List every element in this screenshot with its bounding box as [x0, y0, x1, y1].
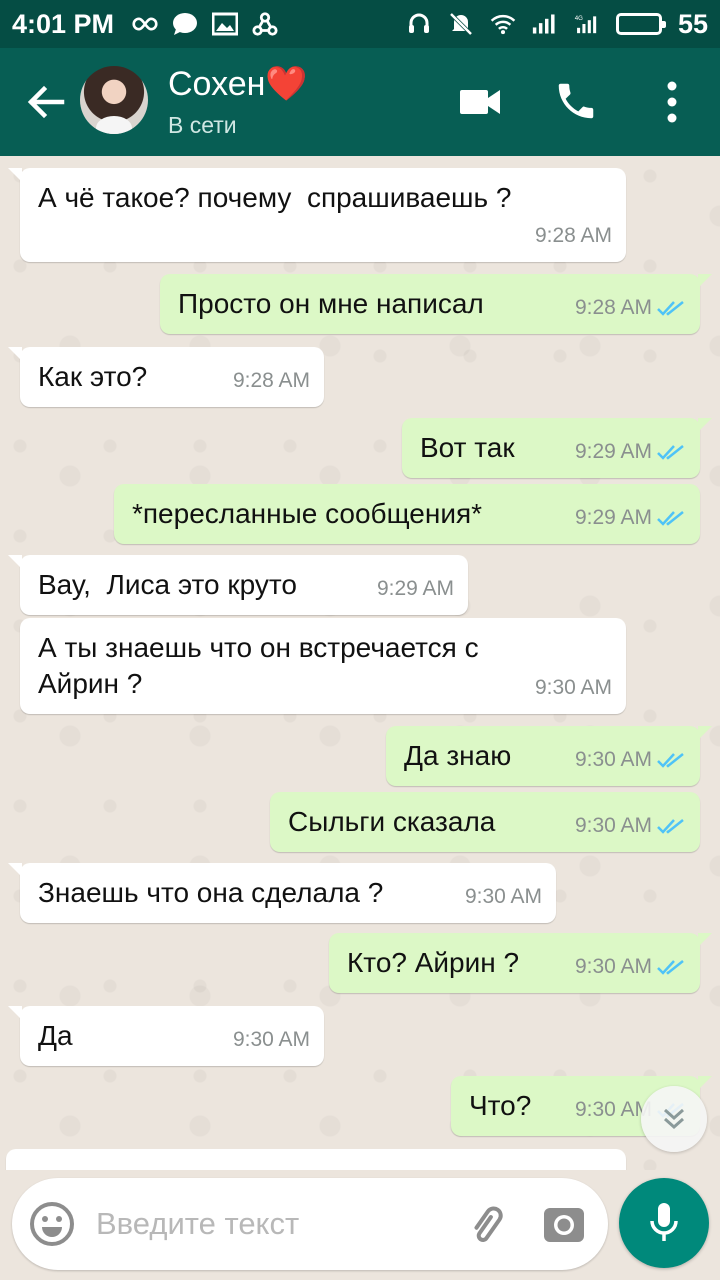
message-text: Просто он мне написал	[178, 288, 484, 319]
message-meta: 9:29 AM	[575, 500, 686, 536]
headset-icon	[406, 11, 432, 37]
outgoing-message[interactable]: Вот так 9:29 AM	[402, 418, 712, 478]
message-time: 9:30 AM	[574, 748, 652, 771]
battery-icon	[615, 13, 666, 35]
double-chevron-down-icon	[664, 1108, 684, 1130]
message-text: Что?	[469, 1090, 532, 1121]
chat-bubble-icon	[172, 11, 198, 37]
double-check-icon	[657, 753, 684, 768]
battery-percentage: 55	[677, 8, 708, 39]
paperclip-icon	[474, 1206, 503, 1242]
camera-button[interactable]	[542, 1202, 586, 1246]
message-text: Сыльги сказала	[288, 806, 496, 837]
outgoing-message[interactable]: Просто он мне написал 9:28 AM	[160, 274, 712, 334]
message-time: 9:29 AM	[574, 440, 652, 463]
scroll-to-bottom-button[interactable]	[641, 1086, 707, 1152]
incoming-message[interactable]: А чё такое? почему спрашиваешь ? 9:28 AM	[8, 168, 626, 262]
double-check-icon	[657, 819, 684, 834]
message-time: 9:30 AM	[574, 814, 652, 837]
mute-icon	[448, 11, 474, 37]
video-call-icon	[460, 90, 500, 114]
message-time: 9:28 AM	[574, 296, 652, 319]
message-meta: 9:28 AM	[535, 218, 612, 254]
message-meta: 9:30 AM	[465, 879, 542, 915]
message-time: 9:28 AM	[534, 224, 612, 247]
message-meta: 9:30 AM	[575, 808, 686, 844]
outgoing-message[interactable]: Сыльги сказала 9:30 AM	[270, 792, 700, 852]
message-text: Да знаю	[404, 740, 512, 771]
emoji-icon	[30, 1202, 74, 1246]
svg-text:4G: 4G	[575, 15, 583, 22]
message-meta: 9:30 AM	[535, 670, 612, 706]
message-time: 9:30 AM	[574, 955, 652, 978]
message-meta: 9:30 AM	[233, 1022, 310, 1058]
status-time: 4:01 PM	[12, 8, 115, 39]
message-time: 9:30 AM	[534, 676, 612, 699]
more-vert-icon	[667, 81, 677, 123]
incoming-message[interactable]: Знаешь что она сделала ? 9:30 AM	[8, 863, 556, 923]
message-time: 9:29 AM	[376, 577, 454, 600]
signal-icon	[532, 11, 558, 37]
image-icon	[212, 11, 239, 37]
incoming-message-partial	[6, 1149, 626, 1170]
outgoing-message[interactable]: Кто? Айрин ? 9:30 AM	[329, 933, 712, 993]
signal-4g-icon: 4G	[574, 11, 600, 37]
double-check-icon	[657, 960, 684, 975]
message-text: Да	[38, 1020, 73, 1051]
message-text: Вау, Лиса это круто	[38, 569, 297, 600]
message-meta: 9:28 AM	[233, 363, 310, 399]
message-time: 9:30 AM	[232, 1028, 310, 1051]
message-meta: 9:30 AM	[575, 742, 686, 778]
camera-icon	[544, 1208, 584, 1242]
emoji-button[interactable]	[28, 1200, 76, 1248]
message-text: Вот так	[420, 432, 515, 463]
share-icon	[252, 11, 278, 37]
mic-icon	[650, 1203, 678, 1241]
message-text: Знаешь что она сделала ?	[38, 877, 384, 908]
incoming-message[interactable]: А ты знаешь что он встречается с Айрин ?…	[20, 618, 626, 714]
avatar[interactable]	[80, 66, 148, 134]
outgoing-message[interactable]: Да знаю 9:30 AM	[386, 726, 712, 786]
message-composer	[12, 1178, 608, 1270]
message-time: 9:28 AM	[232, 369, 310, 392]
message-meta: 9:29 AM	[377, 571, 454, 607]
message-text: Как это?	[38, 361, 148, 392]
wifi-icon	[490, 11, 516, 37]
message-text: Кто? Айрин ?	[347, 947, 520, 978]
chat-header: Сохен❤️ В сети	[0, 48, 720, 156]
video-call-button[interactable]	[458, 84, 504, 120]
incoming-message[interactable]: Вау, Лиса это круто 9:29 AM	[8, 555, 468, 615]
message-list[interactable]: А чё такое? почему спрашиваешь ? 9:28 AM П…	[0, 156, 720, 1170]
message-meta: 9:30 AM	[575, 949, 686, 985]
message-text: *пересланные сообщения*	[132, 498, 483, 529]
back-button[interactable]	[22, 78, 70, 126]
voice-message-button[interactable]	[619, 1178, 709, 1268]
contact-name[interactable]: Сохен❤️	[168, 64, 308, 104]
message-time: 9:30 AM	[464, 885, 542, 908]
arrow-left-icon	[27, 85, 65, 119]
message-input[interactable]	[96, 1200, 456, 1248]
message-meta: 9:29 AM	[575, 434, 686, 470]
voice-call-button[interactable]	[553, 78, 599, 124]
message-text: А чё такое? почему спрашиваешь ?	[38, 182, 512, 213]
incoming-message[interactable]: Да 9:30 AM	[8, 1006, 324, 1066]
contact-status: В сети	[168, 112, 237, 138]
message-text: А ты знаешь что он встречается с Айрин ?	[38, 632, 479, 699]
infinity-icon	[132, 11, 158, 37]
phone-icon	[558, 83, 594, 119]
double-check-icon	[657, 445, 684, 460]
double-check-icon	[657, 301, 684, 316]
attach-button[interactable]	[462, 1200, 510, 1248]
double-check-icon	[657, 511, 684, 526]
outgoing-message[interactable]: *пересланные сообщения* 9:29 AM	[114, 484, 700, 544]
message-time: 9:29 AM	[574, 506, 652, 529]
incoming-message[interactable]: Как это? 9:28 AM	[8, 347, 324, 407]
message-meta: 9:28 AM	[575, 290, 686, 326]
more-options-button[interactable]	[660, 80, 684, 124]
status-bar: 4:01 PM 4G 55	[0, 0, 720, 48]
